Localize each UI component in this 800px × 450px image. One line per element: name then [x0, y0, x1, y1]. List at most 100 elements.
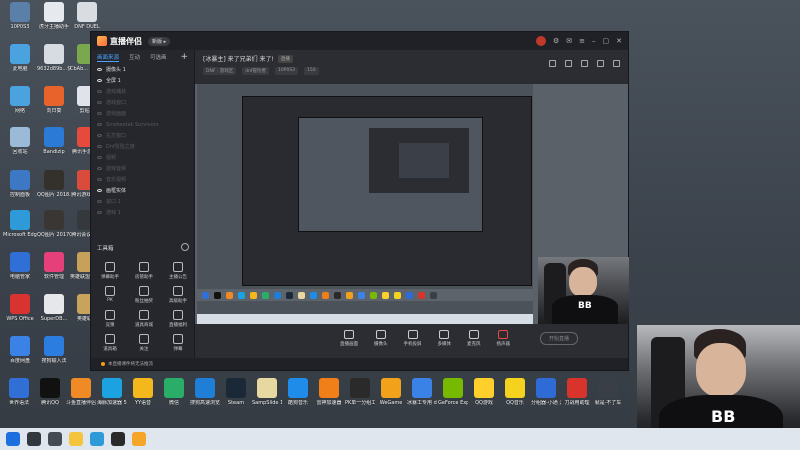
desktop-icon[interactable]: 向日葵: [37, 86, 71, 114]
eye-icon[interactable]: [97, 101, 102, 104]
start-icon[interactable]: [6, 432, 20, 446]
eye-icon[interactable]: [97, 134, 102, 137]
eye-icon[interactable]: [97, 200, 102, 203]
desktop-icon[interactable]: 酷狗音乐: [283, 378, 313, 406]
bell-icon[interactable]: [597, 60, 604, 67]
control-button[interactable]: 多媒体: [438, 329, 451, 347]
tool-button[interactable]: 竞猜: [95, 310, 125, 328]
desktop-icon[interactable]: 虎牙主播助手: [37, 2, 71, 30]
edge-icon[interactable]: [90, 432, 104, 446]
sidebar-tab[interactable]: 可选画: [150, 53, 167, 61]
desktop-icon[interactable]: 分组器-小通 游子(龙哥): [531, 378, 561, 406]
control-button[interactable]: 麦克风: [467, 329, 481, 347]
eye-icon[interactable]: [97, 167, 102, 170]
desktop-icon[interactable]: Microsoft Edge: [3, 210, 37, 238]
control-button[interactable]: 摄像头: [374, 329, 388, 347]
desktop-icon[interactable]: SuperDB...: [37, 294, 71, 322]
desktop-icon[interactable]: YY语音: [128, 378, 158, 406]
message-icon[interactable]: ✉: [566, 37, 572, 45]
desktop-icon[interactable]: QQ音乐: [500, 378, 530, 406]
tool-button[interactable]: 房管助手: [129, 262, 159, 280]
desktop-icon[interactable]: 控制面板: [3, 170, 37, 198]
eye-icon[interactable]: [97, 123, 102, 126]
eye-icon[interactable]: [97, 112, 102, 115]
desktop-icon[interactable]: 斗鱼直播伴侣: [66, 378, 96, 406]
desktop-icon[interactable]: WPS Office: [3, 294, 37, 322]
desktop-icon[interactable]: 软件管理: [37, 252, 71, 280]
source-row[interactable]: 游戏窗口: [91, 97, 194, 108]
tool-button[interactable]: 粉丝抽奖: [129, 286, 159, 304]
minimize-icon[interactable]: –: [592, 37, 596, 45]
desktop-icon[interactable]: SampSlide 11: [252, 378, 282, 406]
tool-button[interactable]: 弹幕: [163, 334, 193, 352]
stream-meta-item[interactable]: 150: [304, 67, 319, 75]
tool-button[interactable]: 弹幕助手: [95, 262, 125, 280]
tool-button[interactable]: 道具箱: [95, 334, 125, 352]
tool-button[interactable]: 主播公告: [163, 262, 193, 280]
control-button[interactable]: 直播画面: [340, 329, 358, 347]
layout-icon[interactable]: [581, 60, 588, 67]
grid-icon[interactable]: [549, 60, 556, 67]
desktop-icon[interactable]: 电脑管家: [3, 252, 37, 280]
search-icon[interactable]: [27, 432, 41, 446]
tool-button[interactable]: 高级助手: [163, 286, 193, 304]
eye-icon[interactable]: [97, 145, 102, 148]
maximize-icon[interactable]: ▢: [603, 37, 610, 45]
add-source-icon[interactable]: +: [180, 52, 188, 62]
menu-icon[interactable]: ≡: [579, 37, 585, 45]
eye-icon[interactable]: [97, 211, 102, 214]
tool-button[interactable]: 关注: [129, 334, 159, 352]
desktop-icon[interactable]: 刀战用助理: [562, 378, 592, 406]
source-row[interactable]: 游戏音频: [91, 163, 194, 174]
desktop-icon[interactable]: 搜狗输入法: [37, 336, 71, 364]
desktop-icon[interactable]: 世界语法: [4, 378, 34, 406]
desktop-icon[interactable]: 回收站: [3, 127, 37, 155]
start-live-button[interactable]: 开始直播: [540, 331, 579, 345]
desktop-icon[interactable]: 海豚加速器 5.0: [97, 378, 127, 406]
desktop-icon[interactable]: WeGame: [376, 378, 406, 406]
info-icon[interactable]: [181, 243, 189, 251]
tool-button[interactable]: 直播福利: [163, 310, 193, 328]
lock-icon[interactable]: [565, 60, 572, 67]
source-row[interactable]: 画框实体: [91, 185, 194, 196]
file-explorer-icon[interactable]: [69, 432, 83, 446]
desktop-icon[interactable]: 腾讯QQ: [35, 378, 65, 406]
desktop-icon[interactable]: DNF DUEL: [70, 2, 104, 30]
user-avatar[interactable]: [535, 36, 546, 46]
eye-icon[interactable]: [97, 90, 102, 93]
desktop-icon[interactable]: 9632d89b...快捷方式: [37, 44, 71, 72]
desktop-icon[interactable]: Bandizip: [37, 127, 71, 155]
desktop-icon[interactable]: 10P0S3: [3, 2, 37, 30]
stream-meta-item[interactable]: DNF · 游戏区: [203, 67, 237, 75]
eye-icon[interactable]: [97, 156, 102, 159]
desktop-icon[interactable]: QQ图片 20170...: [37, 210, 71, 238]
share-icon[interactable]: [613, 60, 620, 67]
desktop-icon[interactable]: 冰暴工专用 dnf吃鸡计...: [407, 378, 437, 406]
stream-meta-item[interactable]: 10P0S3: [275, 67, 299, 75]
desktop-icon[interactable]: QQ图片 2018...: [37, 170, 71, 198]
version-badge[interactable]: 新版 ▸: [148, 36, 171, 46]
settings-icon[interactable]: ⚙: [553, 37, 559, 45]
desktop-icon[interactable]: 搜狗高速浏览器: [190, 378, 220, 406]
desktop-icon[interactable]: PK单一分组工具: [345, 378, 375, 406]
desktop-icon[interactable]: 雷神加速器: [314, 378, 344, 406]
tool-button[interactable]: 道具商城: [129, 310, 159, 328]
eye-icon[interactable]: [97, 178, 102, 181]
sidebar-tab[interactable]: 画面来源: [97, 53, 120, 62]
stream-title[interactable]: [冰暴主] 来了兄弟们 来了!: [203, 54, 274, 63]
source-row[interactable]: 窗口 1: [91, 196, 194, 207]
desktop-icon[interactable]: GeForce Experience: [438, 378, 468, 406]
huya-icon[interactable]: [132, 432, 146, 446]
eye-icon[interactable]: [97, 68, 102, 71]
obs-icon[interactable]: [111, 432, 125, 446]
source-row[interactable]: 视频: [91, 152, 194, 163]
source-row[interactable]: Smokestak Survivors: [91, 119, 194, 130]
source-row[interactable]: 右方窗口: [91, 130, 194, 141]
desktop-icon[interactable]: 就是·不了车: [593, 378, 623, 406]
source-row[interactable]: 音乐视频: [91, 174, 194, 185]
source-row[interactable]: 游戏 1: [91, 207, 194, 218]
desktop-icon[interactable]: QQ游戏: [469, 378, 499, 406]
desktop-icon[interactable]: Steam: [221, 378, 251, 406]
source-row[interactable]: 游戏捕获: [91, 86, 194, 97]
eye-icon[interactable]: [97, 79, 102, 82]
